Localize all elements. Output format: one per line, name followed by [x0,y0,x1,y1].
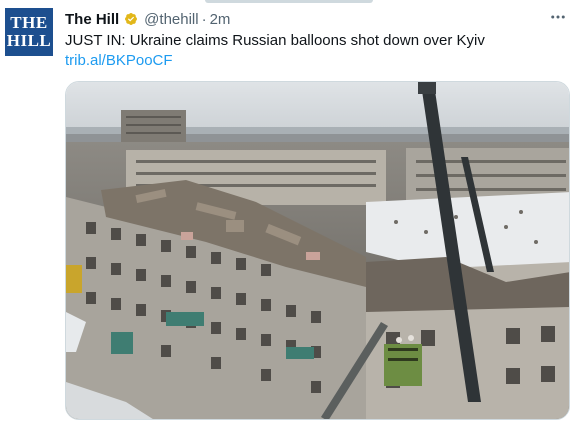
avatar[interactable]: THE HILL [5,8,53,56]
more-options-icon[interactable] [547,6,569,28]
verified-badge-icon [124,12,138,26]
news-photo [66,82,569,419]
tweet-media-photo[interactable] [65,81,570,420]
separator-dot: · [201,10,207,28]
timestamp[interactable]: 2m [210,11,231,28]
avatar-text-line-1: THE [10,13,48,32]
tweet-link[interactable]: trib.al/BKPooCF [65,51,173,71]
author-name[interactable]: The Hill [65,11,119,28]
author-handle[interactable]: @thehill [144,11,198,28]
tweet-card[interactable]: THE HILL The Hill @thehill · 2m JUST IN:… [0,0,583,426]
tweet-header: The Hill @thehill · 2m [65,9,230,29]
avatar-text-line-2: HILL [6,31,52,50]
tweet-text: JUST IN: Ukraine claims Russian balloons… [65,32,485,49]
